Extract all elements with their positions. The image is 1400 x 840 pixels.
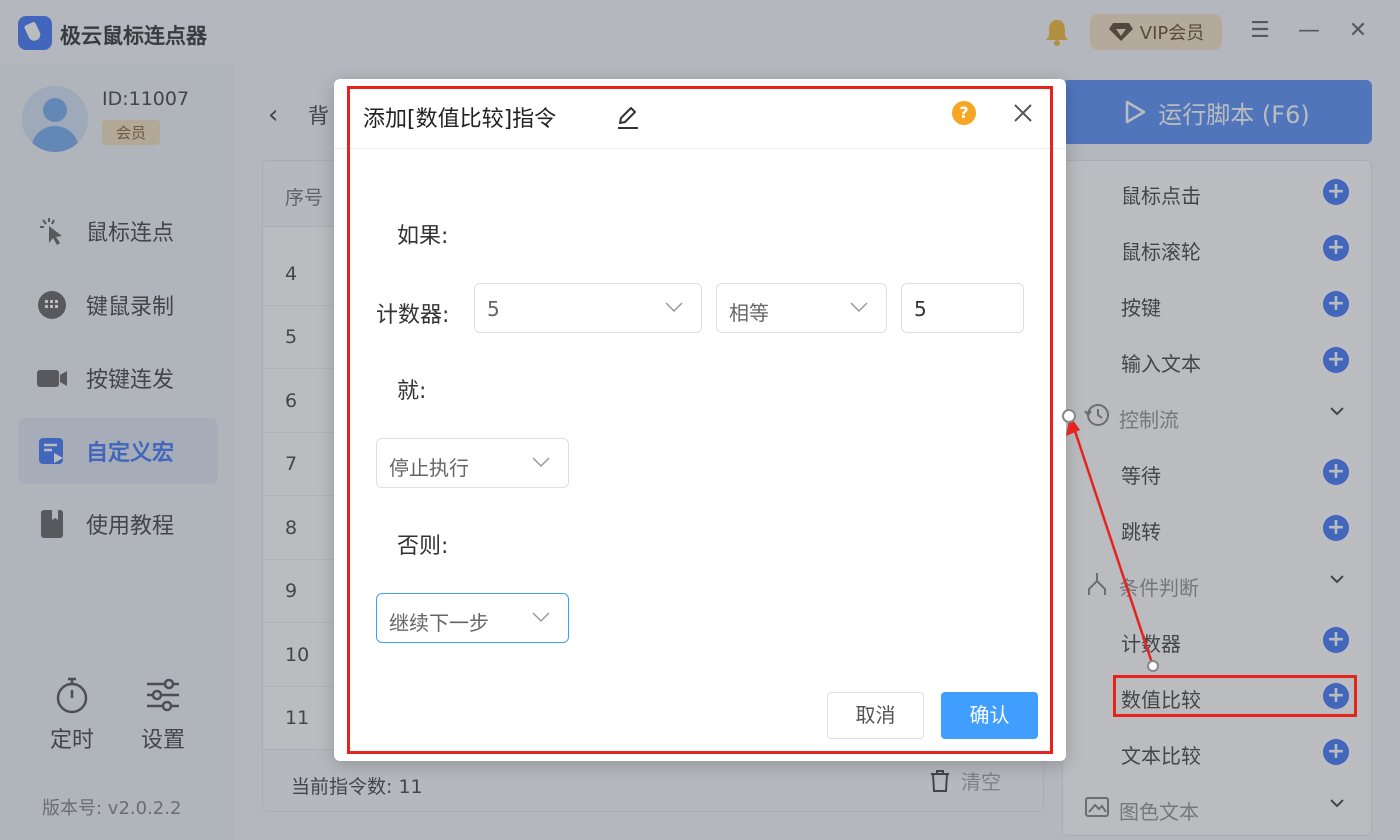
app-window: 极云鼠标连点器 VIP会员 ☰ — ✕ ID:11007 会员 鼠标连点 键鼠录… <box>0 0 1400 840</box>
annotation-dialog-highlight <box>347 86 1053 754</box>
annotation-command-highlight <box>1113 675 1357 717</box>
